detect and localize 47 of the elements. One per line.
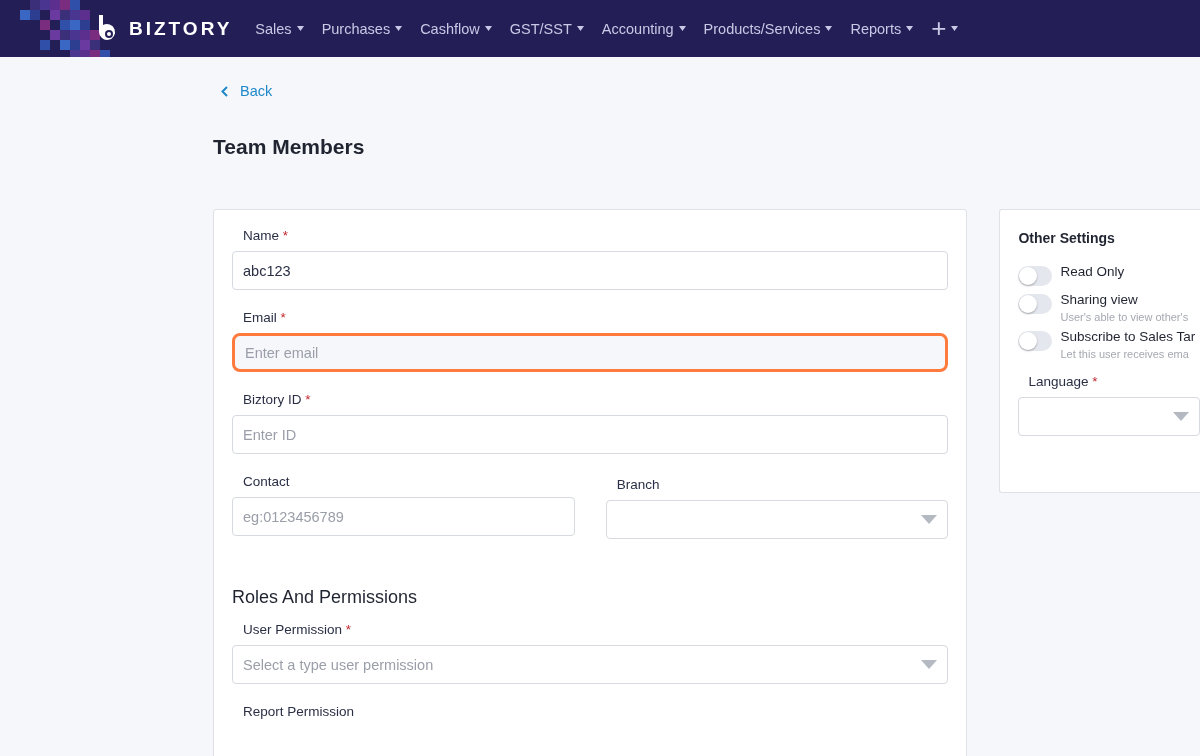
- chevron-left-icon: [221, 85, 228, 97]
- caret-icon: [576, 26, 584, 31]
- caret-icon: [951, 26, 959, 31]
- field-label: Name *: [243, 228, 289, 243]
- caret-icon: [484, 26, 492, 31]
- text-field[interactable]: eg:0123456789: [232, 497, 575, 536]
- nav-menu-item[interactable]: Sales: [246, 13, 313, 44]
- nav-menu-item[interactable]: Products/Services: [694, 13, 842, 44]
- caret-icon: [678, 26, 686, 31]
- nav-menu-item[interactable]: Reports: [841, 13, 923, 44]
- caret-icon: [906, 26, 914, 31]
- section-title: Roles And Permissions: [232, 587, 419, 608]
- toggle-switch[interactable]: [1018, 294, 1053, 314]
- caret-icon: [296, 26, 304, 31]
- caret-icon: [395, 26, 403, 31]
- toggle-switch[interactable]: [1018, 266, 1053, 286]
- text-field[interactable]: Enter ID: [232, 415, 949, 454]
- brand-name: BIZTORY: [129, 17, 233, 40]
- settings-title: Other Settings: [1018, 230, 1116, 246]
- nav-menu-item[interactable]: Purchases: [312, 13, 412, 44]
- nav-menu-item[interactable]: Cashflow: [411, 13, 501, 44]
- back-link[interactable]: Back: [221, 83, 273, 99]
- nav-menu-item[interactable]: GST/SST: [500, 13, 593, 44]
- field-label: Contact: [243, 474, 290, 489]
- dropdown-arrow-icon: [1173, 412, 1189, 421]
- nav-menu-item[interactable]: Accounting: [592, 13, 695, 44]
- field-label: Biztory ID *: [243, 392, 311, 407]
- field-label: Report Permission: [243, 704, 355, 719]
- field-label: Language *: [1028, 374, 1098, 389]
- caret-icon: [825, 26, 833, 31]
- toggle-label: Read Only: [1060, 264, 1125, 279]
- field-label: Branch: [616, 477, 660, 492]
- toggle-description: Let this user receives ema: [1060, 348, 1190, 360]
- toggle-label: Sharing view: [1060, 292, 1139, 307]
- toggle-description: User's able to view other's: [1060, 311, 1189, 323]
- dropdown-field[interactable]: [605, 500, 949, 539]
- text-field[interactable]: Enter email: [232, 333, 949, 372]
- dropdown-arrow-icon: [921, 660, 938, 669]
- toggle-switch[interactable]: [1018, 331, 1053, 351]
- dropdown-field[interactable]: [1018, 397, 1200, 436]
- add-menu-button[interactable]: +: [922, 13, 968, 44]
- field-label: Email *: [243, 310, 286, 325]
- dropdown-arrow-icon: [921, 515, 938, 524]
- toggle-label: Subscribe to Sales Tar: [1060, 329, 1196, 344]
- page-title: Team Members: [213, 135, 366, 160]
- text-field[interactable]: abc123: [232, 251, 949, 290]
- field-label: User Permission *: [243, 622, 352, 637]
